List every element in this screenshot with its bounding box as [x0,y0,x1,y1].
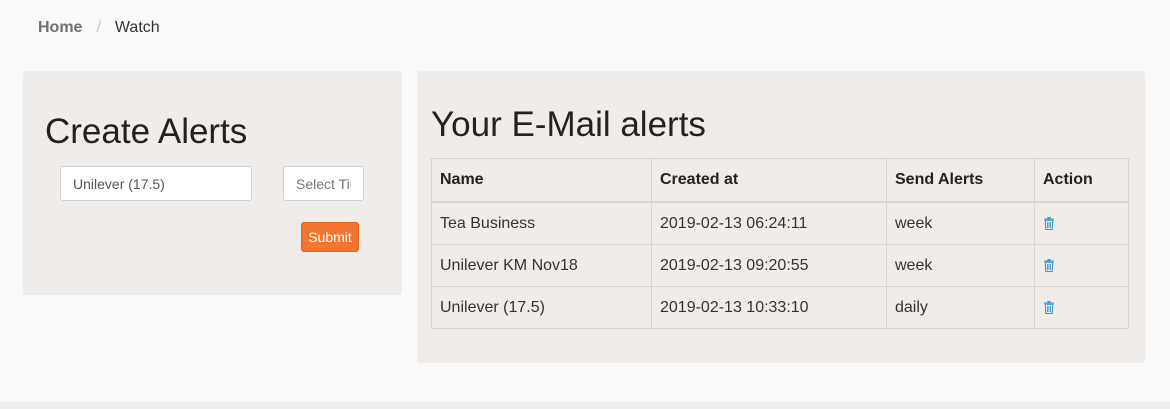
email-alerts-title: Your E-Mail alerts [431,105,706,144]
alert-action-cell [1034,201,1129,245]
breadcrumb: Home / Watch [38,19,160,37]
submit-button[interactable]: Submit [301,222,359,252]
select-time-input[interactable] [283,166,364,201]
trash-icon[interactable] [1043,300,1055,314]
alert-query-input[interactable] [60,166,252,201]
header-created-at: Created at [651,158,887,203]
header-action: Action [1034,158,1129,203]
table-row: Unilever KM Nov18 2019-02-13 09:20:55 we… [431,244,1129,287]
alert-name: Unilever KM Nov18 [431,244,652,287]
header-send-alerts: Send Alerts [886,158,1035,203]
email-alerts-panel: Your E-Mail alerts Name Created at Send … [417,71,1145,363]
breadcrumb-current: Watch [114,19,160,36]
table-header-row: Name Created at Send Alerts Action [431,158,1129,203]
alert-created-at: 2019-02-13 09:20:55 [651,244,887,287]
breadcrumb-home-link[interactable]: Home [38,19,82,37]
alert-frequency: week [886,201,1035,245]
alerts-table: Name Created at Send Alerts Action Tea B… [431,158,1129,329]
alert-name: Unilever (17.5) [431,286,652,329]
table-row: Unilever (17.5) 2019-02-13 10:33:10 dail… [431,286,1129,329]
alert-created-at: 2019-02-13 06:24:11 [651,201,887,245]
alert-action-cell [1034,244,1129,287]
alert-frequency: week [886,244,1035,287]
trash-icon[interactable] [1043,258,1055,272]
alert-action-cell [1034,286,1129,329]
table-row: Tea Business 2019-02-13 06:24:11 week [431,201,1129,245]
create-alerts-title: Create Alerts [45,112,248,151]
alert-frequency: daily [886,286,1035,329]
breadcrumb-separator: / [96,19,101,36]
create-alerts-panel: Create Alerts Submit [23,71,402,295]
header-name: Name [431,158,652,203]
footer-divider [0,402,1170,409]
trash-icon[interactable] [1043,216,1055,230]
alert-created-at: 2019-02-13 10:33:10 [651,286,887,329]
alert-name: Tea Business [431,201,652,245]
